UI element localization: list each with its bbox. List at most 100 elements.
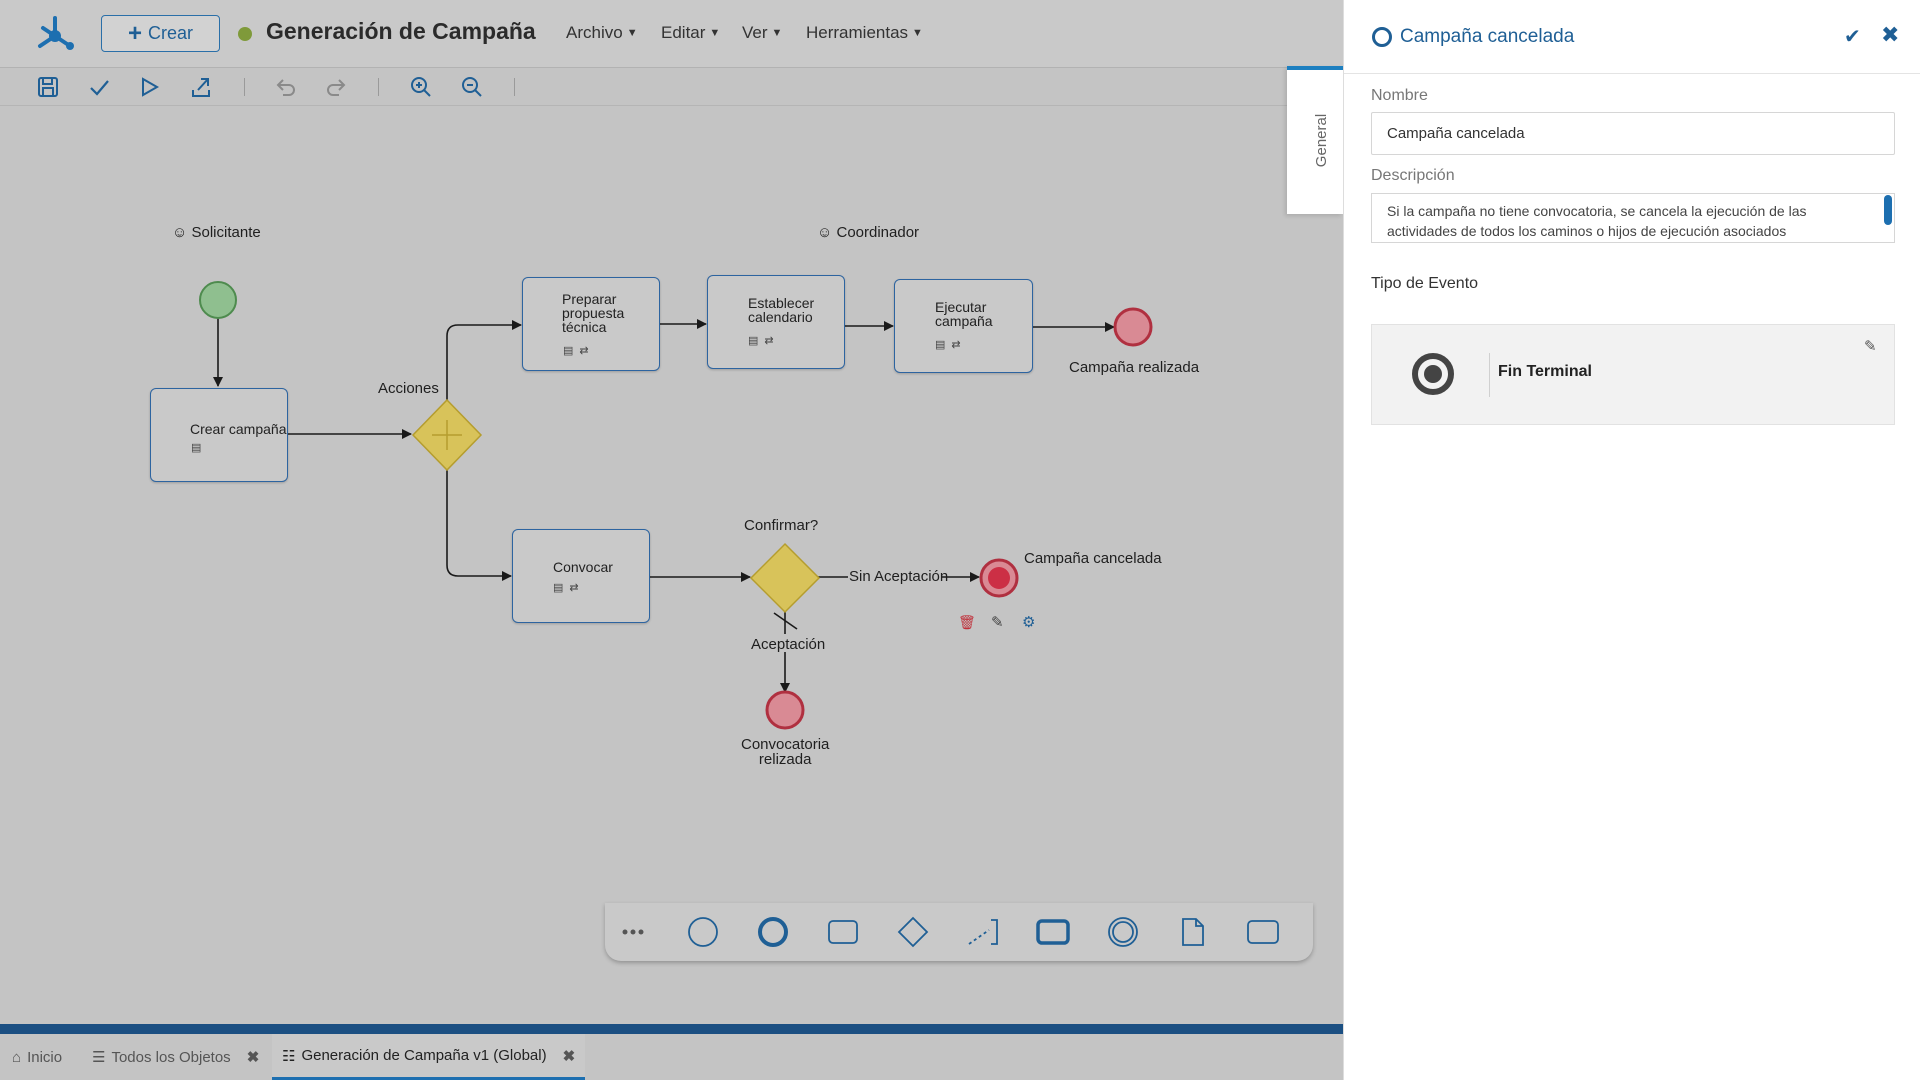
avatar-icon: ☺ — [817, 224, 833, 241]
task-establecer-calendario[interactable]: Establecer calendario ▤ ⇄ — [707, 275, 845, 369]
nombre-label: Nombre — [1371, 87, 1428, 104]
task-icon[interactable] — [825, 915, 861, 949]
gateway-confirmar-label: Confirmar? — [744, 517, 819, 534]
status-indicator — [238, 27, 252, 41]
chevron-down-icon: ▼ — [771, 27, 783, 39]
home-icon: ⌂ — [12, 1048, 22, 1066]
share-icon: ⇄ — [764, 335, 774, 347]
pool-icon[interactable] — [1245, 915, 1281, 949]
annotation-icon[interactable] — [965, 915, 1001, 949]
event-type-name: Fin Terminal — [1498, 363, 1592, 380]
end-event-icon[interactable] — [755, 915, 791, 949]
task-ejecutar-campana[interactable]: Ejecutar campaña ▤ ⇄ — [894, 279, 1033, 373]
descripcion-scrollbar[interactable] — [1884, 195, 1892, 225]
confirm-icon[interactable]: ✔ — [1844, 24, 1861, 49]
edit-icon[interactable]: ✎ — [991, 613, 1004, 631]
chevron-down-icon: ▼ — [626, 27, 638, 39]
pencil-icon[interactable]: ✎ — [1864, 337, 1877, 355]
gateway-icon[interactable] — [895, 915, 931, 949]
undo-icon[interactable] — [273, 74, 299, 100]
close-icon[interactable]: ✖ — [563, 1047, 576, 1065]
menu-herramientas[interactable]: Herramientas ▼ — [806, 23, 923, 43]
form-icon: ▤ — [935, 339, 946, 351]
tab-general[interactable]: General — [1287, 66, 1343, 214]
start-event — [199, 281, 237, 319]
intermediate-event-icon[interactable] — [1105, 915, 1141, 949]
check-icon[interactable] — [86, 74, 112, 100]
zoom-in-icon[interactable] — [408, 74, 434, 100]
gateway-confirmar — [749, 542, 821, 614]
tab-inicio[interactable]: ⌂ Inicio — [12, 1034, 62, 1080]
bottom-tabs: ⌂ Inicio ☰ Todos los Objetos ✖ ☷ Generación … — [0, 1034, 1343, 1080]
play-icon[interactable] — [136, 74, 162, 100]
crear-button[interactable]: + Crear — [101, 15, 220, 52]
export-icon[interactable] — [188, 74, 214, 100]
menu-archivo[interactable]: Archivo ▼ — [566, 23, 638, 43]
toolbar-separator — [514, 78, 515, 96]
descripcion-field[interactable]: Si la campaña no tiene convocatoria, se … — [1371, 193, 1895, 243]
page-title: Generación de Campaña — [266, 18, 536, 44]
flow-acciones-to-preparar — [446, 320, 522, 400]
progress-bar — [0, 1024, 1343, 1034]
end-event-realizada — [1113, 307, 1153, 347]
list-icon: ☰ — [92, 1049, 106, 1066]
share-icon: ⇄ — [569, 582, 579, 594]
lane-solicitante: ☺ Solicitante — [172, 224, 261, 241]
chevron-down-icon: ▼ — [709, 27, 721, 39]
delete-icon[interactable]: 🗑 — [958, 614, 976, 631]
subprocess-icon[interactable] — [1035, 915, 1071, 949]
task-preparar-propuesta[interactable]: Preparar propuesta técnica ▤ ⇄ — [522, 277, 660, 371]
panel-header: Campaña cancelada ✔ ✖ — [1344, 0, 1920, 74]
end-event-realizada-label: Campaña realizada — [1069, 359, 1200, 376]
nombre-field[interactable] — [1371, 112, 1895, 155]
terminate-event-icon — [1412, 353, 1454, 395]
data-object-icon[interactable] — [1175, 915, 1211, 949]
gear-icon[interactable]: ⚙ — [1022, 613, 1035, 631]
end-event-convocatoria-label: Convocatoria relizada — [741, 736, 830, 768]
tab-generacion-campana[interactable]: ☷ Generación de Campaña v1 (Global) ✖ — [272, 1034, 586, 1080]
event-type-card[interactable]: Fin Terminal ✎ — [1371, 324, 1895, 425]
toolbar-separator — [378, 78, 379, 96]
flow-sin-aceptacion-label: Sin Aceptación — [849, 568, 949, 585]
tab-todos-los-objetos[interactable]: ☰ Todos los Objetos ✖ — [92, 1034, 259, 1080]
card-divider — [1489, 353, 1490, 397]
panel-title: Campaña cancelada — [1372, 26, 1574, 48]
descripcion-label: Descripción — [1371, 167, 1455, 184]
form-icon: ▤ — [748, 335, 759, 347]
more-icon[interactable] — [615, 915, 651, 949]
properties-panel: Campaña cancelada ✔ ✖ Nombre Descripción… — [1343, 0, 1920, 1080]
diagram-canvas[interactable]: ☺ Solicitante ☺ Coordinador Crear campañ… — [0, 107, 1343, 1024]
task-convocar[interactable]: Convocar ▤ ⇄ — [512, 529, 650, 623]
form-icon: ▤ — [563, 345, 574, 357]
end-event-cancelada-label: Campaña cancelada — [1024, 550, 1162, 567]
flow-acciones-to-convocar — [446, 470, 512, 581]
tipo-evento-label: Tipo de Evento — [1371, 275, 1479, 292]
save-icon[interactable] — [35, 74, 61, 100]
close-icon[interactable]: ✖ — [1881, 22, 1899, 48]
diagram-icon: ☷ — [282, 1047, 296, 1065]
flow-aceptacion-label: Aceptación — [751, 636, 826, 653]
app-logo-icon[interactable] — [34, 12, 76, 54]
task-crear-campana[interactable]: Crear campaña ▤ — [150, 388, 288, 482]
zoom-out-icon[interactable] — [459, 74, 485, 100]
element-palette — [605, 903, 1313, 961]
menu-editar[interactable]: Editar ▼ — [661, 23, 720, 43]
end-event-icon — [1372, 27, 1392, 47]
share-icon: ⇄ — [951, 339, 961, 351]
form-icon: ▤ — [553, 582, 564, 594]
end-event-convocatoria — [765, 690, 805, 730]
close-icon[interactable]: ✖ — [247, 1048, 260, 1066]
toolbar — [0, 68, 1343, 106]
menu-ver[interactable]: Ver ▼ — [742, 23, 782, 43]
chevron-down-icon: ▼ — [912, 27, 923, 39]
start-event-icon[interactable] — [685, 915, 721, 949]
toolbar-separator — [244, 78, 245, 96]
plus-icon: + — [127, 19, 142, 47]
crear-button-label: Crear — [148, 23, 194, 43]
lane-coordinador: ☺ Coordinador — [817, 224, 920, 241]
avatar-icon: ☺ — [172, 224, 188, 241]
share-icon: ⇄ — [579, 345, 589, 357]
redo-icon[interactable] — [323, 74, 349, 100]
form-icon: ▤ — [191, 442, 202, 454]
gateway-acciones-label: Acciones — [378, 380, 439, 397]
